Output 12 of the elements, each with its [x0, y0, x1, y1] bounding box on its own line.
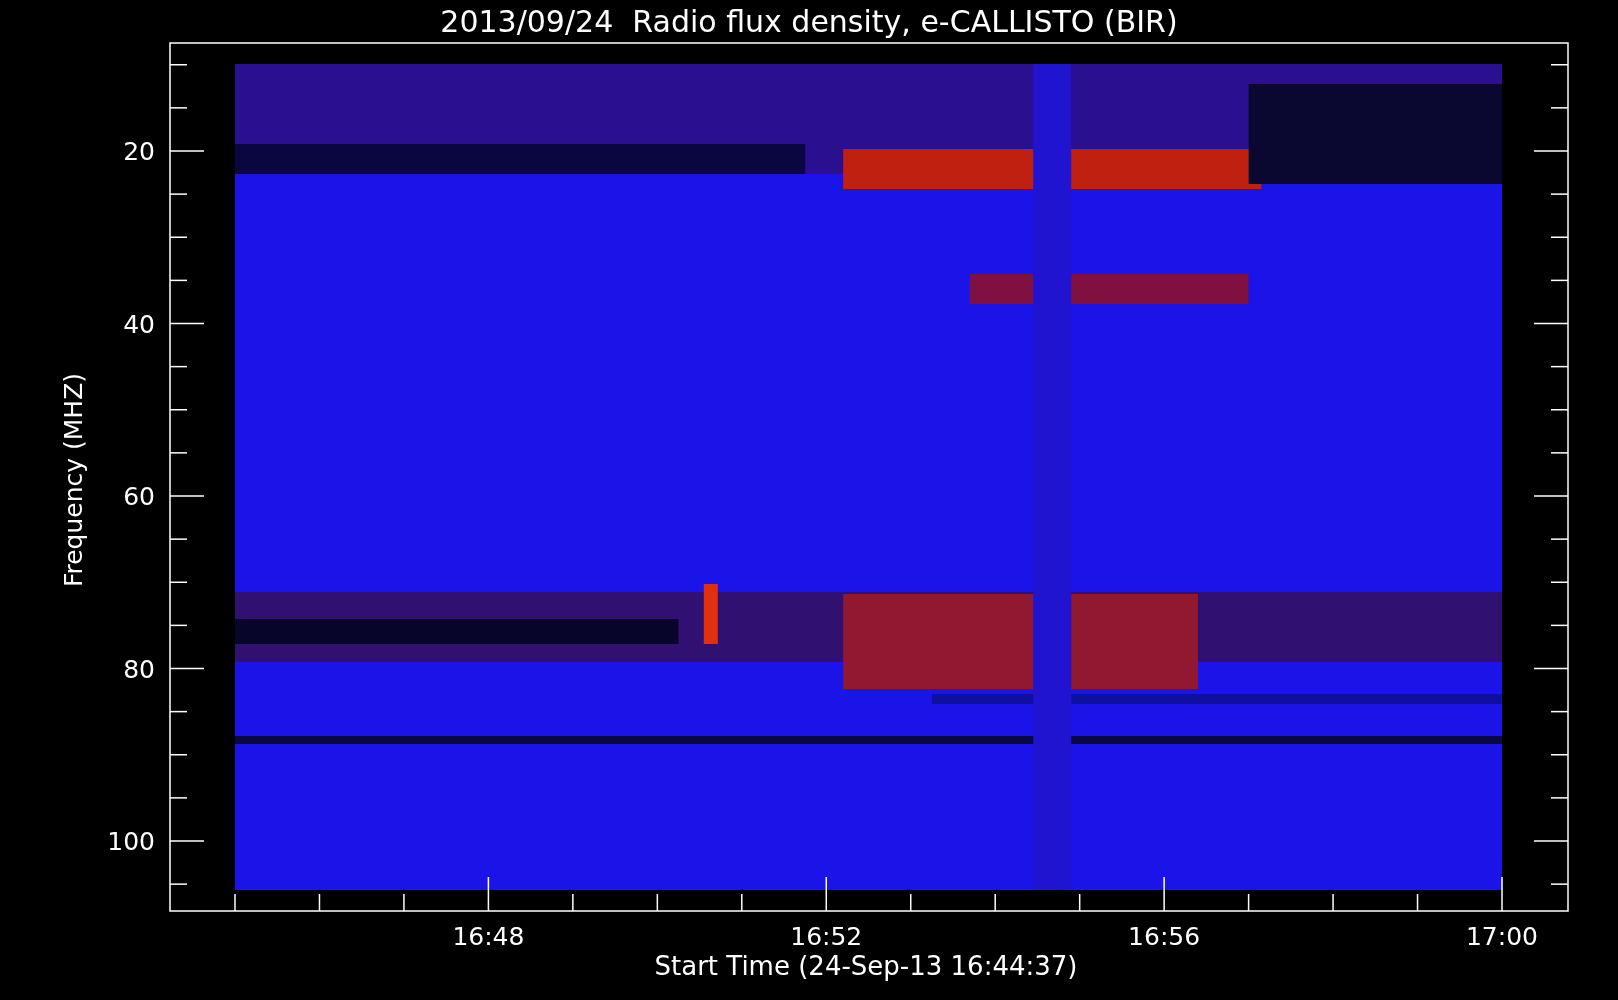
- axis-label: Frequency (MHZ): [59, 372, 88, 588]
- tick-label: 60: [123, 482, 155, 511]
- tick-label: 16:56: [1128, 922, 1201, 951]
- tick-label: 16:52: [790, 922, 863, 951]
- tick-label: 20: [123, 137, 155, 166]
- tick-label: 40: [123, 309, 155, 339]
- tick-label: 17:00: [1466, 922, 1538, 951]
- axis-label: Start Time (24-Sep-13 16:44:37): [654, 951, 1078, 981]
- tick-label: 16:48: [452, 922, 525, 951]
- tick-label: 100: [107, 827, 155, 856]
- tick-label: 80: [123, 654, 155, 684]
- chart-title: 2013/09/24 Radio flux density, e-CALLISTO (BIR): [440, 4, 1178, 39]
